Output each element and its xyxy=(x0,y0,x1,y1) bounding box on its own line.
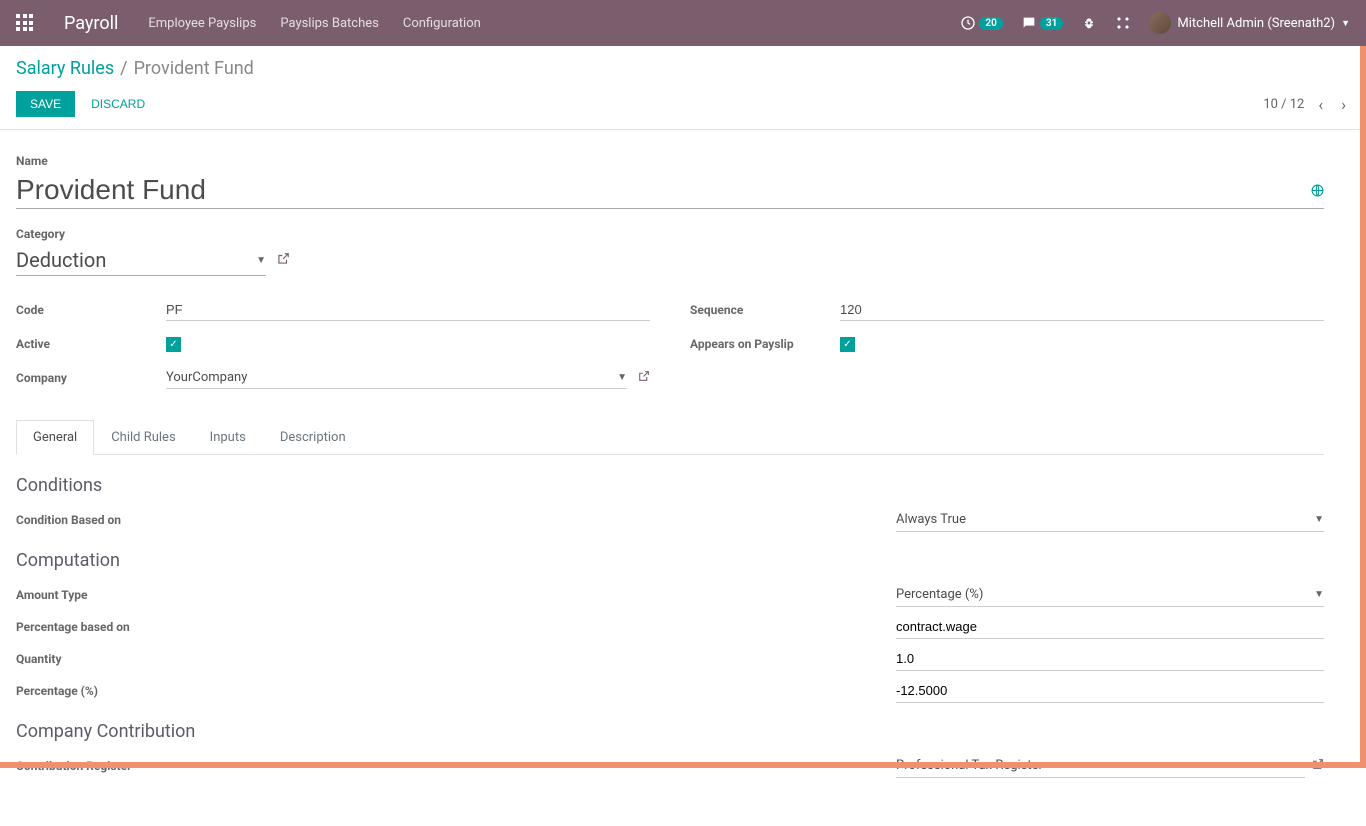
quantity-input[interactable] xyxy=(896,647,1324,671)
navbar-right: 20 31 Mitchell Admin (Sreenath2) ▼ xyxy=(960,12,1350,34)
company-select-wrap: YourCompany ▼ xyxy=(166,367,650,389)
control-panel-bottom: Save Discard 10 / 12 ‹ › xyxy=(16,91,1350,117)
two-column-fields: Code Active ✓ Company YourCompany ▼ xyxy=(16,298,1324,400)
control-panel-buttons: Save Discard xyxy=(16,91,153,117)
company-value: YourCompany xyxy=(166,370,247,385)
category-select-row: Deduction ▼ xyxy=(16,245,1324,276)
company-field: Company YourCompany ▼ xyxy=(16,366,650,390)
tools-icon[interactable] xyxy=(1115,15,1131,31)
company-label: Company xyxy=(16,371,166,385)
quantity-field: Quantity xyxy=(16,647,1324,671)
user-name: Mitchell Admin (Sreenath2) xyxy=(1177,16,1335,31)
amount-type-select[interactable]: Percentage (%) ▼ xyxy=(896,583,1324,607)
company-contrib-title: Company Contribution xyxy=(16,721,1324,742)
chat-icon xyxy=(1021,15,1037,31)
chevron-down-icon: ▼ xyxy=(256,255,266,266)
control-panel: Salary Rules / Provident Fund Save Disca… xyxy=(0,46,1366,130)
name-field-wrap: Name xyxy=(16,154,1324,209)
condition-based-value: Always True xyxy=(896,512,966,527)
percentage-input[interactable] xyxy=(896,679,1324,703)
discard-button[interactable]: Discard xyxy=(83,91,153,117)
left-column: Code Active ✓ Company YourCompany ▼ xyxy=(16,298,650,400)
pager-text: 10 / 12 xyxy=(1263,97,1304,112)
tab-child-rules[interactable]: Child Rules xyxy=(94,420,192,454)
external-link-icon[interactable] xyxy=(276,252,290,270)
breadcrumb-current: Provident Fund xyxy=(134,58,254,79)
pager-next[interactable]: › xyxy=(1337,95,1350,114)
chevron-down-icon: ▼ xyxy=(617,372,627,383)
category-select[interactable]: Deduction ▼ xyxy=(16,245,266,276)
condition-based-select[interactable]: Always True ▼ xyxy=(896,508,1324,532)
company-select[interactable]: YourCompany ▼ xyxy=(166,367,627,389)
activity-badge: 20 xyxy=(979,17,1002,30)
code-label: Code xyxy=(16,303,166,317)
nav-links: Employee Payslips Payslips Batches Confi… xyxy=(148,16,480,31)
user-menu[interactable]: Mitchell Admin (Sreenath2) ▼ xyxy=(1149,12,1350,34)
category-label: Category xyxy=(16,227,1324,241)
clock-icon xyxy=(960,15,976,31)
code-input[interactable] xyxy=(166,299,650,321)
name-input[interactable] xyxy=(16,172,1324,209)
chevron-down-icon: ▼ xyxy=(1314,514,1324,525)
tab-description[interactable]: Description xyxy=(263,420,363,454)
top-navbar: Payroll Employee Payslips Payslips Batch… xyxy=(0,0,1366,46)
breadcrumb: Salary Rules / Provident Fund xyxy=(16,58,1350,79)
pct-based-input[interactable] xyxy=(896,615,1324,639)
save-button[interactable]: Save xyxy=(16,91,75,117)
appears-checkbox[interactable]: ✓ xyxy=(840,337,855,352)
nav-payslips-batches[interactable]: Payslips Batches xyxy=(280,16,379,31)
tabs: General Child Rules Inputs Description xyxy=(16,420,1324,455)
pager-prev[interactable]: ‹ xyxy=(1314,95,1327,114)
activity-button[interactable]: 20 xyxy=(960,15,1002,31)
code-field: Code xyxy=(16,298,650,322)
apps-icon[interactable] xyxy=(16,14,34,32)
conditions-title: Conditions xyxy=(16,475,1324,496)
appears-label: Appears on Payslip xyxy=(690,337,840,351)
pager: 10 / 12 ‹ › xyxy=(1263,95,1350,114)
messages-badge: 31 xyxy=(1040,17,1063,30)
right-column: Sequence Appears on Payslip ✓ xyxy=(690,298,1324,400)
active-field: Active ✓ xyxy=(16,332,650,356)
bug-icon[interactable] xyxy=(1081,15,1097,31)
active-checkbox[interactable]: ✓ xyxy=(166,337,181,352)
chevron-down-icon: ▼ xyxy=(1341,18,1350,29)
amount-type-label: Amount Type xyxy=(16,588,896,602)
globe-icon[interactable] xyxy=(1311,184,1324,201)
category-field-wrap: Category Deduction ▼ xyxy=(16,227,1324,276)
category-value: Deduction xyxy=(16,248,106,272)
form-sheet: Name Category Deduction ▼ Code Active xyxy=(0,130,1340,826)
chevron-down-icon: ▼ xyxy=(1314,589,1324,600)
sequence-input[interactable] xyxy=(840,299,1324,321)
navbar-left: Payroll Employee Payslips Payslips Batch… xyxy=(16,13,481,34)
active-label: Active xyxy=(16,337,166,351)
percentage-field: Percentage (%) xyxy=(16,679,1324,703)
tab-content-general: Conditions Condition Based on Always Tru… xyxy=(16,475,1324,778)
condition-based-label: Condition Based on xyxy=(16,513,896,527)
amount-type-value: Percentage (%) xyxy=(896,587,983,602)
sequence-field: Sequence xyxy=(690,298,1324,322)
nav-configuration[interactable]: Configuration xyxy=(403,16,481,31)
tab-general[interactable]: General xyxy=(16,420,94,455)
quantity-label: Quantity xyxy=(16,652,896,666)
breadcrumb-sep: / xyxy=(120,58,127,79)
name-label: Name xyxy=(16,154,1324,168)
tab-inputs[interactable]: Inputs xyxy=(193,420,263,454)
messages-button[interactable]: 31 xyxy=(1021,15,1063,31)
computation-title: Computation xyxy=(16,550,1324,571)
pct-based-label: Percentage based on xyxy=(16,620,896,634)
orange-bottom xyxy=(0,762,1366,768)
amount-type-field: Amount Type Percentage (%) ▼ xyxy=(16,583,1324,607)
orange-strip xyxy=(1360,46,1366,768)
condition-based-field: Condition Based on Always True ▼ xyxy=(16,508,1324,532)
avatar xyxy=(1149,12,1171,34)
breadcrumb-parent[interactable]: Salary Rules xyxy=(16,58,114,79)
appears-field: Appears on Payslip ✓ xyxy=(690,332,1324,356)
percentage-based-field: Percentage based on xyxy=(16,615,1324,639)
app-brand[interactable]: Payroll xyxy=(64,13,118,34)
external-link-icon[interactable] xyxy=(637,370,650,387)
sequence-label: Sequence xyxy=(690,303,840,317)
percentage-label: Percentage (%) xyxy=(16,684,896,698)
nav-employee-payslips[interactable]: Employee Payslips xyxy=(148,16,256,31)
